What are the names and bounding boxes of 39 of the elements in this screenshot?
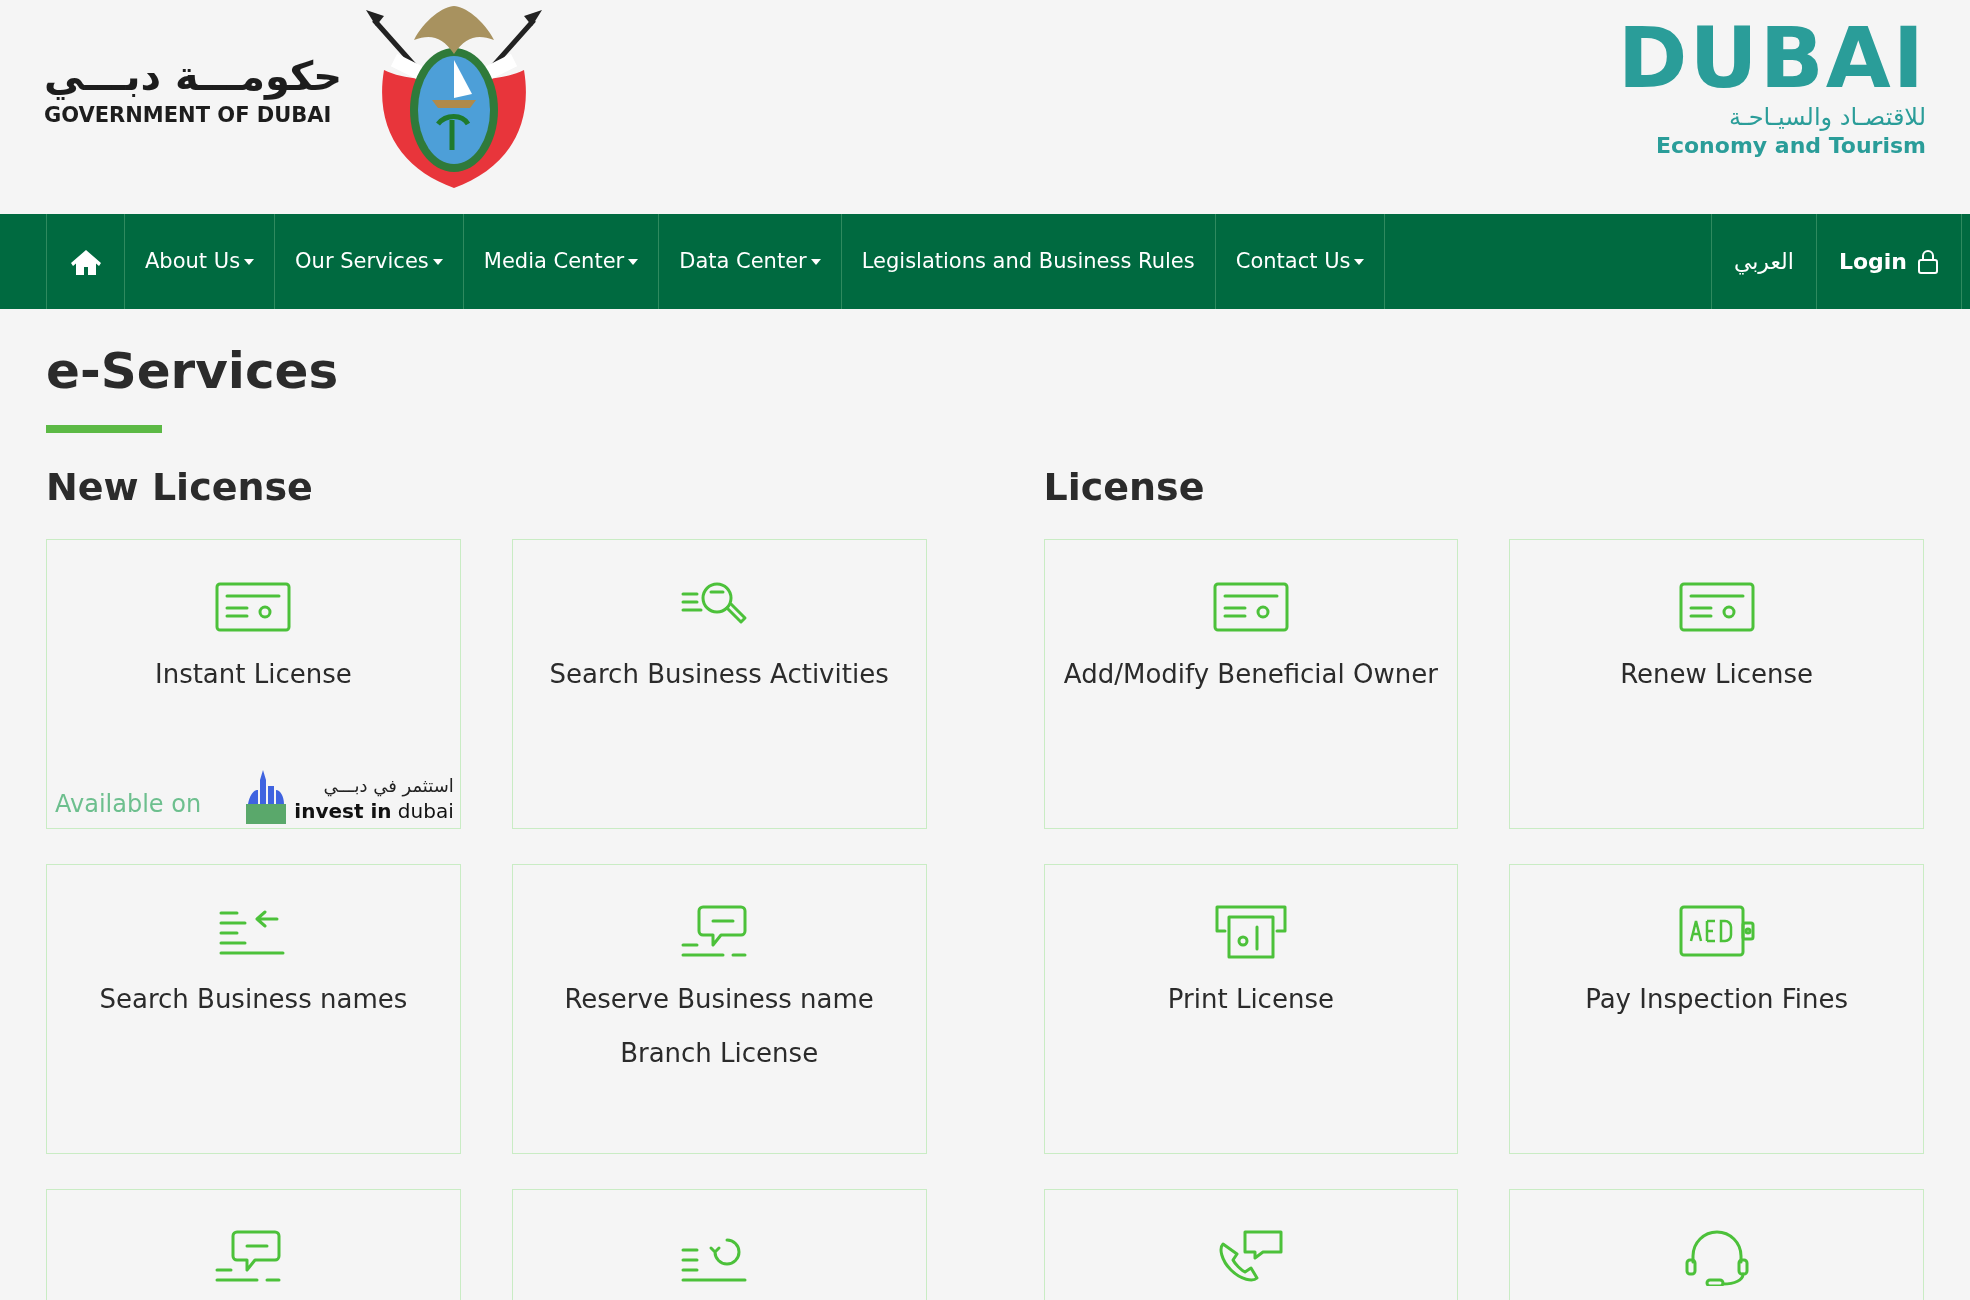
language-link[interactable]: العربي <box>1710 214 1817 309</box>
nav-menu-item[interactable]: Legislations and Business Rules <box>841 214 1216 309</box>
login-button[interactable]: Login <box>1816 214 1962 309</box>
government-arabic-title: حكومـــة دبـــي <box>44 52 343 100</box>
skyline-logo-icon <box>244 770 289 824</box>
available-on-label: Available on <box>55 789 202 820</box>
service-title: Add/Modify Beneficial Owner <box>1063 658 1438 691</box>
service-card[interactable]: Renew License <box>1509 539 1924 829</box>
service-card[interactable]: Pay Inspection Fines <box>1509 864 1924 1154</box>
page-title: e-Services <box>46 341 340 402</box>
invest-in-dubai-text: invest in dubai <box>294 798 454 824</box>
lock-icon <box>1917 248 1939 275</box>
invest-arabic-text: استثمر في دبـــي <box>323 774 454 798</box>
section-heading: License <box>1043 464 1206 511</box>
service-card[interactable]: Search Business names <box>46 864 461 1154</box>
nav-menu-item[interactable]: Data Center <box>659 214 842 309</box>
service-card[interactable]: Add/Modify Beneficial Owner <box>1043 539 1459 829</box>
home-icon <box>69 247 102 276</box>
section-heading: New License <box>46 464 314 511</box>
service-title: Search Business Activities <box>549 658 889 691</box>
service-title: Pay Inspection Fines <box>1585 983 1849 1016</box>
service-title: Reserve Business name <box>564 983 874 1016</box>
nav-menu-item[interactable]: Contact Us <box>1215 214 1386 309</box>
service-title: Search Business names <box>99 983 408 1016</box>
service-title: Instant License <box>155 658 352 691</box>
service-title: Print License <box>1167 983 1334 1016</box>
dubai-wordmark: DUBAI <box>1617 14 1926 102</box>
home-button[interactable] <box>46 214 125 309</box>
service-card[interactable]: Reserve Business name Branch License <box>511 864 927 1154</box>
nav-menu-item[interactable]: Our Services <box>275 214 464 309</box>
economy-tourism-arabic: للاقتصـاد والسيـاحـة <box>1728 102 1926 132</box>
service-card[interactable]: Search Business Activities <box>511 539 927 829</box>
service-title: Renew License <box>1620 658 1814 691</box>
nav-menu-item[interactable]: About Us <box>125 214 276 309</box>
service-title: Branch License <box>620 1037 819 1070</box>
economy-tourism-title: Economy and Tourism <box>1655 132 1926 160</box>
nav-menu-item[interactable]: Media Center <box>463 214 660 309</box>
service-card[interactable]: Print License <box>1043 864 1459 1154</box>
government-of-dubai-title: GOVERNMENT OF DUBAI <box>44 102 332 129</box>
